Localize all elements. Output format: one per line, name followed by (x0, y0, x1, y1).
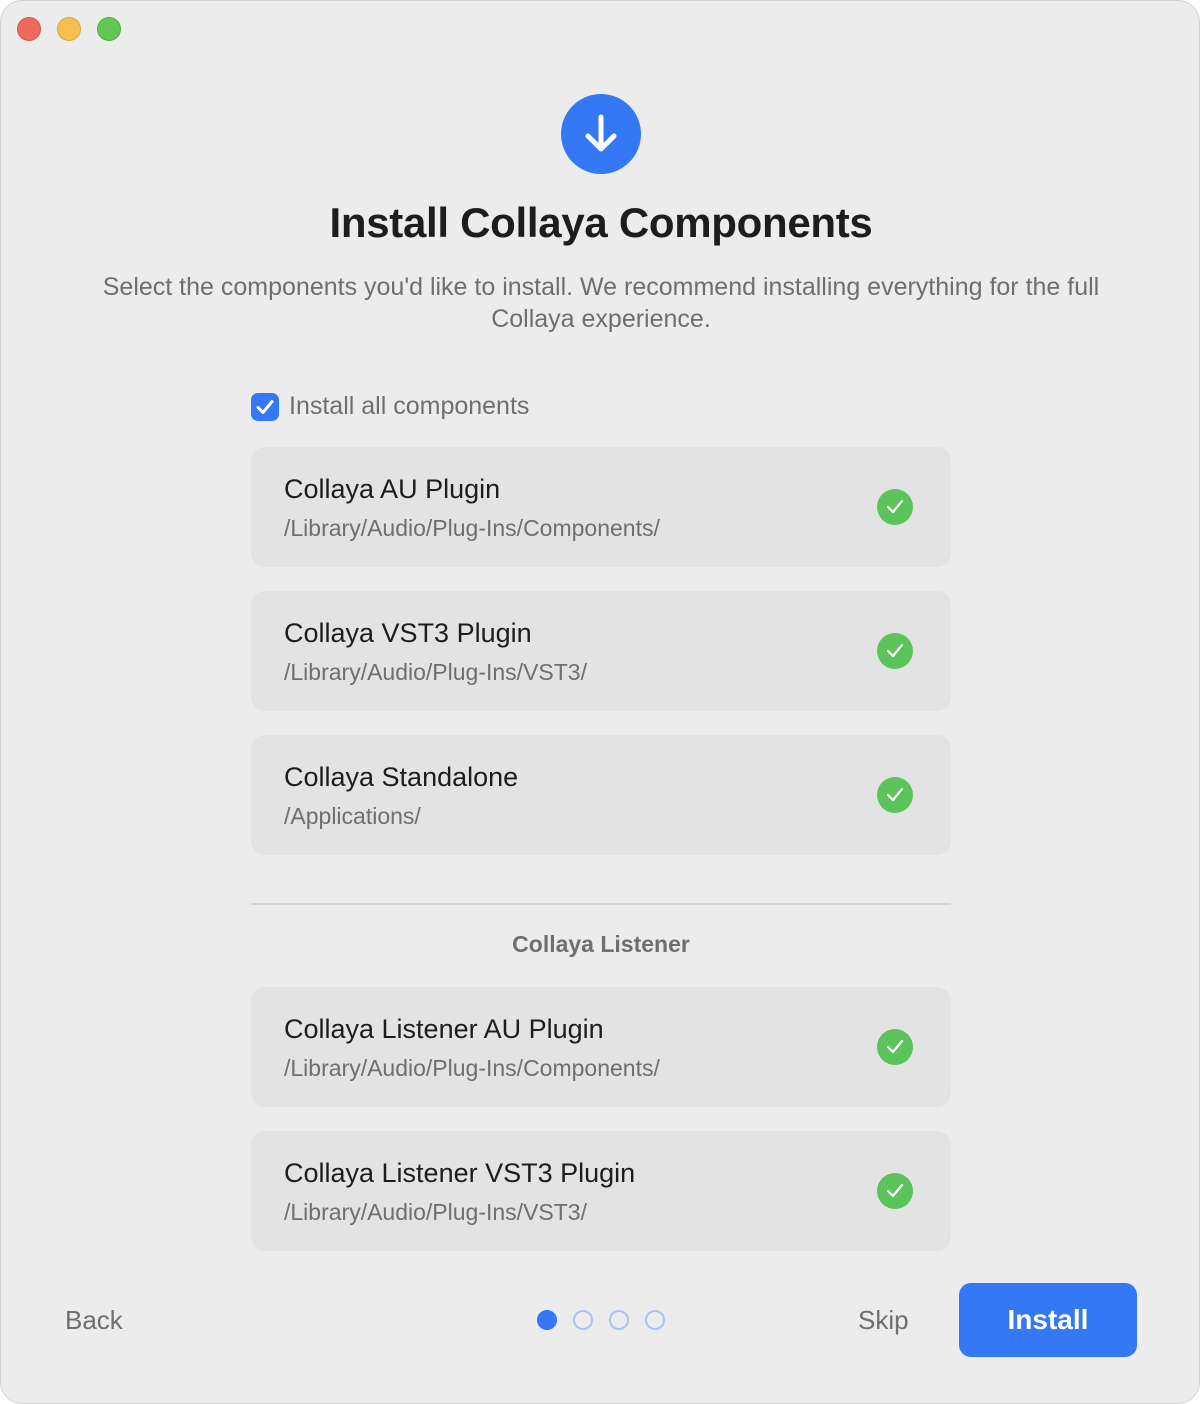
component-path: /Library/Audio/Plug-Ins/Components/ (284, 1055, 660, 1081)
selected-check-icon[interactable] (877, 1173, 913, 1209)
zoom-window-button[interactable] (97, 17, 121, 41)
component-card-vst3-plugin[interactable]: Collaya VST3 Plugin /Library/Audio/Plug-… (251, 591, 951, 711)
page-subtitle: Select the components you'd like to inst… (102, 273, 1100, 333)
install-button[interactable]: Install (959, 1283, 1137, 1357)
component-card-listener-vst3-plugin[interactable]: Collaya Listener VST3 Plugin /Library/Au… (251, 1131, 951, 1251)
minimize-window-button[interactable] (57, 17, 81, 41)
selected-check-icon[interactable] (877, 1029, 913, 1065)
step-dot-4 (645, 1310, 665, 1330)
component-path: /Library/Audio/Plug-Ins/Components/ (284, 515, 660, 541)
page-title: Install Collaya Components (329, 199, 873, 246)
back-button[interactable]: Back (65, 1305, 123, 1336)
component-name: Collaya Standalone (284, 762, 519, 792)
component-name: Collaya Listener AU Plugin (284, 1014, 604, 1044)
window-controls (17, 17, 121, 41)
installer-window: Install Collaya Components Select the co… (0, 0, 1200, 1404)
component-card-au-plugin[interactable]: Collaya AU Plugin /Library/Audio/Plug-In… (251, 447, 951, 567)
component-card-listener-au-plugin[interactable]: Collaya Listener AU Plugin /Library/Audi… (251, 987, 951, 1107)
install-all-label: Install all components (289, 392, 530, 420)
checkmark-icon (256, 399, 274, 414)
component-path: /Library/Audio/Plug-Ins/VST3/ (284, 1199, 587, 1225)
step-dot-2 (573, 1310, 593, 1330)
section-divider (251, 903, 951, 905)
skip-button[interactable]: Skip (858, 1305, 909, 1336)
section-label-listener: Collaya Listener (512, 931, 690, 957)
component-name: Collaya VST3 Plugin (284, 618, 532, 648)
install-all-checkbox-row[interactable]: Install all components (251, 392, 529, 421)
download-arrow-icon (561, 94, 641, 174)
step-dot-1 (537, 1310, 557, 1330)
close-window-button[interactable] (17, 17, 41, 41)
component-path: /Library/Audio/Plug-Ins/VST3/ (284, 659, 587, 685)
selected-check-icon[interactable] (877, 777, 913, 813)
component-name: Collaya AU Plugin (284, 474, 501, 504)
step-dot-3 (609, 1310, 629, 1330)
install-all-checkbox[interactable] (251, 392, 279, 421)
component-card-standalone[interactable]: Collaya Standalone /Applications/ (251, 735, 951, 855)
component-path: /Applications/ (284, 803, 421, 829)
selected-check-icon[interactable] (877, 633, 913, 669)
selected-check-icon[interactable] (877, 489, 913, 525)
step-indicator (537, 1310, 665, 1330)
component-name: Collaya Listener VST3 Plugin (284, 1158, 636, 1188)
